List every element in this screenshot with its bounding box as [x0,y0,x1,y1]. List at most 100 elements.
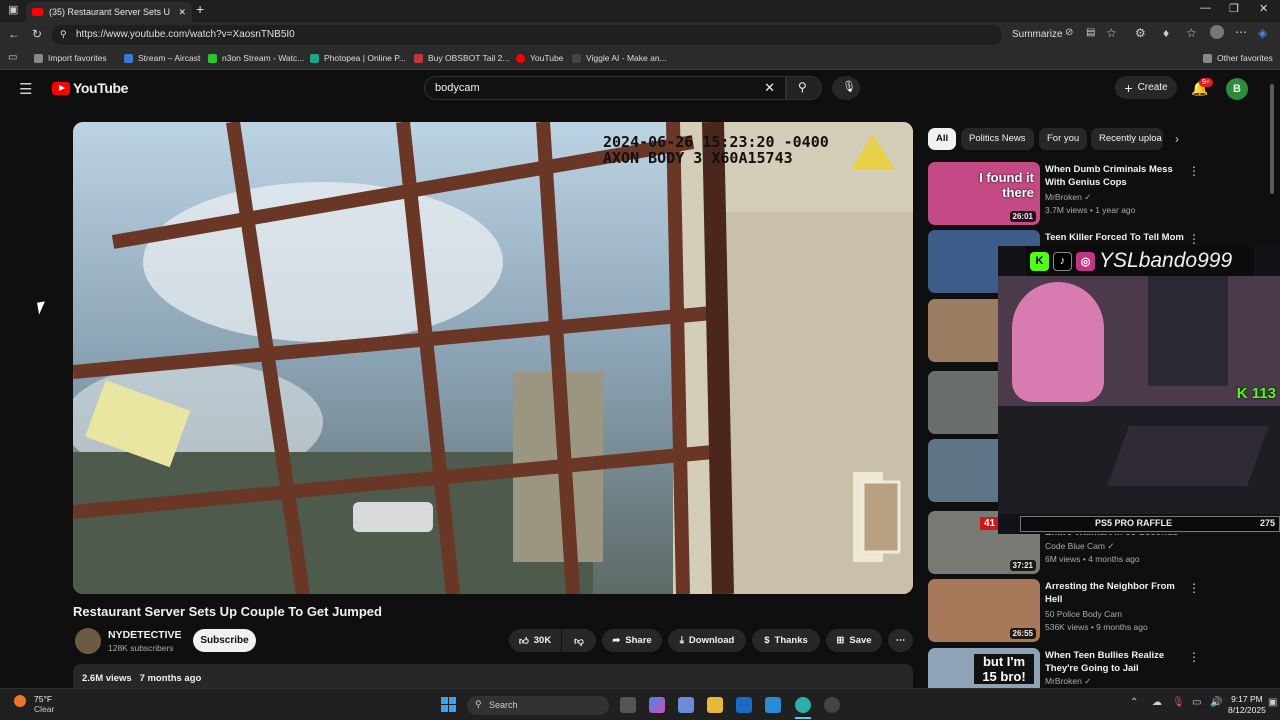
thanks-button[interactable]: $ Thanks [752,629,820,652]
profile-icon[interactable] [1210,25,1224,39]
copilot-icon[interactable]: ◈ [1258,26,1267,40]
video-thumbnail[interactable]: but I'm 15 bro! [928,648,1040,688]
video-thumbnail[interactable]: I found it there 26:01 [928,162,1040,225]
summarize-label[interactable]: Summarize [1012,29,1063,40]
obs-icon[interactable] [824,697,840,713]
chip-politics-news[interactable]: Politics News [961,128,1034,150]
outlook-icon[interactable] [736,697,752,713]
photos-icon[interactable] [765,697,781,713]
bookmark-n3on[interactable]: n3on Stream - Watc... [208,53,304,63]
back-icon[interactable]: ← [8,27,20,41]
sidebar-toggle-icon[interactable]: ▭ [8,52,17,63]
obsbot-icon [414,53,423,63]
streamer-handle-banner: K ♪ ◎ YSLbando999 [1026,246,1254,276]
save-button[interactable]: ⊞ Save [826,629,882,652]
related-channel[interactable]: Code Blue Cam ✓ [1045,541,1115,552]
microphone-icon[interactable]: 🎙 [1172,697,1185,708]
site-info-icon[interactable]: ⚲ [60,29,67,40]
chevron-up-icon[interactable]: ⌃ [1130,697,1138,708]
browser-tab[interactable]: (35) Restaurant Server Sets U ✕ [26,2,192,22]
streamer-figure [1012,282,1104,402]
weather-widget[interactable]: 75°F Clear [34,694,54,714]
account-avatar[interactable]: B [1226,78,1248,100]
favorite-star-icon[interactable]: ☆ [1106,26,1117,40]
search-button[interactable]: ⚲ [786,76,822,100]
related-video[interactable]: but I'm 15 bro! When Teen Bullies Realiz… [928,648,1278,688]
chip-for-you[interactable]: For you [1039,128,1088,150]
display-icon[interactable]: ▭ [1192,697,1201,708]
url-field[interactable]: ⚲ https://www.youtube.com/watch?v=XaosnT… [52,25,1063,45]
youtube-logo[interactable]: YouTube [52,80,128,96]
chevron-right-icon[interactable]: › [1175,132,1179,146]
bookmark-youtube[interactable]: YouTube [516,53,563,63]
video-menu-icon[interactable]: ⋮ [1188,232,1200,246]
other-favorites[interactable]: Other favorites [1203,53,1273,63]
create-button[interactable]: + Create [1115,76,1177,99]
subscribe-button[interactable]: Subscribe [193,629,256,652]
video-thumbnail[interactable] [928,299,998,362]
tab-close-icon[interactable]: ✕ [178,7,186,18]
chip-all[interactable]: All [928,128,957,150]
webcam-feed: K 113 [998,276,1280,406]
channel-avatar[interactable] [75,628,101,654]
cloud-icon[interactable]: ☁ [1152,697,1162,708]
task-view-icon[interactable] [620,697,636,713]
duration-badge: 26:55 [1009,628,1036,639]
copilot-icon[interactable] [649,697,665,713]
related-video[interactable]: I found it there 26:01 When Dumb Crimina… [928,162,1278,226]
video-player[interactable]: 2024-06-26 15:23:20 -0400 AXON BODY 3 X6… [73,122,913,594]
store-icon[interactable] [678,697,694,713]
search-input[interactable]: bodycam ✕ [424,76,786,100]
extensions-icon[interactable]: ⚙ [1135,26,1146,40]
more-actions-button[interactable]: ⋯ [888,629,913,652]
related-channel[interactable]: MrBroken ✓ [1045,192,1091,203]
bookmark-aircast[interactable]: Stream – Aircast [124,53,200,63]
bookmark-obsbot[interactable]: Buy OBSBOT Tail 2... [414,53,509,63]
hamburger-menu-icon[interactable]: ☰ [19,80,32,98]
edge-icon[interactable] [795,697,811,713]
weather-icon[interactable] [14,695,26,707]
chip-recently-uploaded[interactable]: Recently uploa [1091,128,1163,150]
file-explorer-icon[interactable] [707,697,723,713]
tab-actions-icon[interactable]: ▣ [8,3,18,16]
more-icon[interactable]: ⋯ [1235,25,1247,39]
bookmark-photopea[interactable]: Photopea | Online P... [310,53,406,63]
video-thumbnail[interactable] [928,371,998,434]
system-clock[interactable]: 9:17 PM 8/12/2025 [1228,694,1266,716]
thumbnail-caption: I found it there [979,170,1034,200]
share-button[interactable]: ➦ Share [602,629,662,652]
taskbar-search[interactable]: ⚲ Search [467,696,609,715]
shield-icon[interactable]: ⊘ [1065,27,1073,38]
photopea-icon [310,53,319,63]
reader-icon[interactable]: ▤ [1086,27,1095,38]
split-screen-icon[interactable]: ♦ [1163,26,1169,40]
bookmark-viggle[interactable]: Viggle AI - Make an... [572,53,667,63]
search-icon: ⚲ [798,80,807,94]
close-window-icon[interactable]: ✕ [1259,2,1268,15]
video-menu-icon[interactable]: ⋮ [1188,581,1200,595]
refresh-icon[interactable]: ↻ [32,27,42,41]
video-menu-icon[interactable]: ⋮ [1188,650,1200,664]
notification-center-icon[interactable]: ▣ [1268,697,1277,708]
related-video[interactable]: 26:55 Arresting the Neighbor From Hell 5… [928,579,1278,643]
voice-search-button[interactable]: 🎙 [832,76,860,100]
new-tab-icon[interactable]: + [196,1,204,17]
like-button[interactable]: 👍︎ 30K [509,629,561,652]
clear-search-icon[interactable]: ✕ [764,80,775,96]
related-channel[interactable]: 50 Police Body Cam [1045,609,1122,619]
related-meta: 536K views • 9 months ago [1045,622,1148,632]
related-channel[interactable]: MrBroken ✓ [1045,676,1091,687]
volume-icon[interactable]: 🔊 [1210,697,1222,708]
video-thumbnail[interactable]: 26:55 [928,579,1040,642]
download-button[interactable]: ⤓ Download [668,629,746,652]
maximize-icon[interactable]: ❐ [1229,2,1239,15]
collections-icon[interactable]: ☆ [1186,26,1197,40]
minimize-icon[interactable]: — [1200,2,1211,14]
dislike-button[interactable]: 👎︎ [562,629,596,652]
bookmark-import[interactable]: Import favorites [34,53,107,63]
video-thumbnail[interactable] [928,439,998,502]
channel-name[interactable]: NYDETECTIVE [108,629,182,641]
poster [1148,276,1228,386]
start-button[interactable] [441,697,456,712]
video-menu-icon[interactable]: ⋮ [1188,164,1200,178]
